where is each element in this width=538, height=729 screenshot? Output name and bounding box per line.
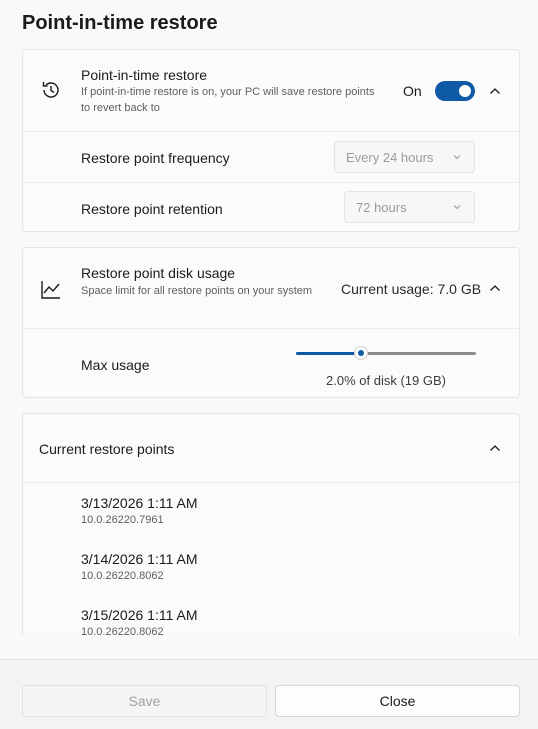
frequency-label: Restore point frequency xyxy=(81,150,230,166)
retention-dropdown[interactable]: 72 hours xyxy=(344,191,475,223)
max-usage-label: Max usage xyxy=(81,357,150,373)
restore-point-date: 3/15/2026 1:11 AM xyxy=(81,607,198,623)
list-item[interactable]: 3/14/2026 1:11 AM 10.0.26220.8062 xyxy=(81,551,198,582)
disk-usage-title: Restore point disk usage xyxy=(81,265,236,281)
chevron-down-icon xyxy=(453,155,461,160)
save-button[interactable]: Save xyxy=(22,685,267,717)
list-item[interactable]: 3/13/2026 1:11 AM 10.0.26220.7961 xyxy=(81,495,198,526)
restore-point-version: 10.0.26220.7961 xyxy=(81,514,164,526)
chevron-up-icon[interactable] xyxy=(487,280,503,296)
frequency-row: Restore point frequency Every 24 hours xyxy=(23,131,519,182)
toggle-knob xyxy=(459,85,471,97)
retention-value: 72 hours xyxy=(356,199,407,215)
max-usage-slider[interactable] xyxy=(296,344,476,364)
max-usage-row: Max usage 2.0% of disk (19 GB) xyxy=(23,328,519,398)
restore-point-date: 3/14/2026 1:11 AM xyxy=(81,551,198,567)
disk-usage-description: Space limit for all restore points on yo… xyxy=(81,285,313,297)
page-title: Point-in-time restore xyxy=(22,12,218,34)
close-button[interactable]: Close xyxy=(275,685,520,717)
dialog-footer: Save Close xyxy=(0,659,538,729)
line-chart-icon xyxy=(41,281,60,299)
disk-usage-header[interactable]: Restore point disk usage Space limit for… xyxy=(23,248,519,328)
pitr-card: Point-in-time restore If point-in-time r… xyxy=(22,49,520,232)
pitr-header[interactable]: Point-in-time restore If point-in-time r… xyxy=(23,50,519,131)
pitr-description: If point-in-time restore is on, your PC … xyxy=(81,86,375,114)
restore-points-list: 3/13/2026 1:11 AM 10.0.26220.7961 3/14/2… xyxy=(23,482,519,635)
chevron-up-icon[interactable] xyxy=(487,83,503,99)
slider-caption: 2.0% of disk (19 GB) xyxy=(326,373,446,388)
restore-points-card: Current restore points 3/13/2026 1:11 AM… xyxy=(22,413,520,635)
chevron-down-icon xyxy=(453,205,461,210)
current-usage-text: Current usage: 7.0 GB xyxy=(341,281,482,297)
frequency-value: Every 24 hours xyxy=(346,149,434,165)
pitr-toggle[interactable] xyxy=(435,81,475,101)
slider-fill xyxy=(296,352,361,355)
slider-thumb[interactable] xyxy=(353,346,368,360)
history-icon xyxy=(42,82,59,98)
restore-points-header[interactable]: Current restore points xyxy=(23,414,519,482)
list-item[interactable]: 3/15/2026 1:11 AM 10.0.26220.8062 xyxy=(81,607,198,635)
restore-point-version: 10.0.26220.8062 xyxy=(81,626,164,635)
restore-points-title: Current restore points xyxy=(39,441,175,457)
frequency-dropdown[interactable]: Every 24 hours xyxy=(334,141,475,173)
disk-usage-card: Restore point disk usage Space limit for… xyxy=(22,247,520,398)
retention-label: Restore point retention xyxy=(81,201,223,217)
retention-row: Restore point retention 72 hours xyxy=(23,182,519,232)
restore-point-date: 3/13/2026 1:11 AM xyxy=(81,495,198,511)
restore-point-version: 10.0.26220.8062 xyxy=(81,570,164,582)
pitr-title: Point-in-time restore xyxy=(81,67,208,83)
toggle-state-label: On xyxy=(403,83,422,99)
chevron-up-icon[interactable] xyxy=(487,440,503,456)
